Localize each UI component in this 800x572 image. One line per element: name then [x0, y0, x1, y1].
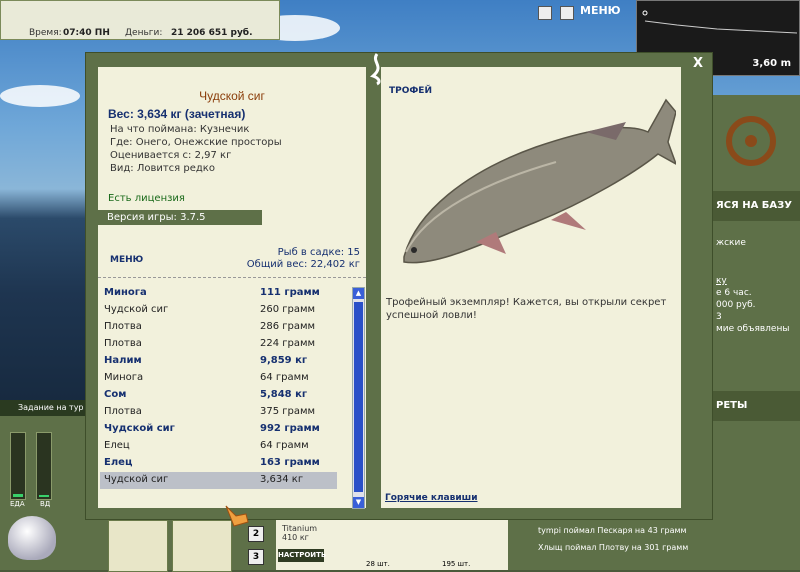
drink-gauge [36, 432, 52, 500]
setup-button[interactable]: НАСТРОИТЬ [278, 549, 326, 562]
scroll-thumb[interactable] [354, 302, 363, 492]
right-panel: ЯСЯ НА БАЗУ жские ку е 6 час. 000 руб. 3… [712, 95, 800, 421]
trophy-description: Трофейный экземпляр! Кажется, вы открыли… [386, 297, 667, 321]
scroll-down-icon[interactable]: ▼ [353, 497, 364, 508]
depth-value: 3,60 m [752, 58, 791, 69]
hotkeys-link[interactable]: Горячие клавиши [385, 493, 478, 503]
chat-messages: tympi поймал Пескаря на 43 грамм Хлыщ по… [508, 516, 800, 570]
list-item[interactable]: Плотва 224 грамм [100, 336, 337, 353]
tackle-name: Titanium [282, 524, 318, 533]
list-item[interactable]: Плотва 286 грамм [100, 319, 337, 336]
rating-info: Оценивается с: 2,97 кг [110, 150, 232, 161]
cooking-pot-icon[interactable] [8, 516, 56, 560]
fish-name: Чудской сиг [199, 89, 265, 103]
close-button[interactable]: X [693, 56, 703, 71]
chat-message: Хлыщ поймал Плотву на 301 грамм [538, 543, 689, 552]
tackle-weight: 410 кг [282, 533, 309, 542]
keepnet-weight: Общий вес: 22,402 кг [246, 259, 360, 270]
ship-wheel-icon[interactable] [716, 101, 786, 181]
list-item[interactable]: Минога 111 грамм [100, 285, 337, 302]
secrets-button[interactable]: РЕТЫ [712, 391, 800, 421]
task-bar[interactable]: Задание на тур [0, 400, 85, 416]
fish-list-scrollbar[interactable]: ▲ ▼ [352, 287, 365, 509]
toolbar-icons [538, 6, 578, 20]
drink-label: ВД [40, 500, 51, 508]
time-label: Время: [29, 28, 62, 38]
cloud [0, 85, 80, 107]
chat-message: tympi поймал Пескаря на 43 грамм [538, 526, 687, 535]
slot-3[interactable]: 3 [248, 549, 264, 565]
list-item[interactable]: Чудской сиг 992 грамм [100, 421, 337, 438]
scroll-up-icon[interactable]: ▲ [353, 288, 364, 299]
keepnet-count: Рыб в садке: 15 [277, 247, 360, 258]
time-value: 07:40 ПН [63, 28, 110, 38]
divider [98, 277, 366, 278]
location-info: Где: Онего, Онежские просторы [110, 137, 282, 148]
fish-weight: Вес: 3,634 кг (зачетная) [108, 107, 246, 121]
list-item[interactable]: Минога 64 грамм [100, 370, 337, 387]
slot-2[interactable]: 2 [248, 526, 264, 542]
money-value: 21 206 651 руб. [171, 28, 253, 38]
list-item[interactable]: Елец 64 грамм [100, 438, 337, 455]
main-menu-button[interactable]: МЕНЮ [580, 4, 621, 17]
float-marker-icon [642, 10, 648, 16]
trophy-panel: ТРОФЕЙ Трофейный экземпляр! Кажется, вы … [381, 67, 681, 508]
pause-icon[interactable] [538, 6, 552, 20]
go-to-base-button[interactable]: ЯСЯ НА БАЗУ [712, 191, 800, 221]
list-item[interactable]: Сом 5,848 кг [100, 387, 337, 404]
count-1: 28 шт. [366, 560, 390, 568]
food-gauge [10, 432, 26, 500]
fish-image [403, 98, 676, 264]
money-label: Деньги: [125, 28, 163, 38]
list-item[interactable]: Чудской сиг 260 грамм [100, 302, 337, 319]
food-label: ЕДА [10, 500, 25, 508]
sound-icon[interactable] [559, 6, 574, 20]
status-bar: Время: 07:40 ПН Деньги: 21 206 651 руб. [0, 0, 280, 40]
version-bar: Версия игры: 3.7.5 [98, 210, 262, 225]
groundbait-basket-icon[interactable] [108, 520, 168, 572]
list-item[interactable]: Налим 9,859 кг [100, 353, 337, 370]
list-item[interactable]: Плотва 375 грамм [100, 404, 337, 421]
rarity-info: Вид: Ловится редко [110, 163, 215, 174]
bait-info: На что поймана: Кузнечик [110, 124, 250, 135]
list-item[interactable]: Елец 163 грамм [100, 455, 337, 472]
base-info: жские ку е 6 час. 000 руб. 3 мие объявле… [716, 238, 790, 334]
license-status: Есть лицензия [108, 193, 185, 204]
tackle-panel: Titanium 410 кг 28 шт. 195 шт. [276, 520, 508, 570]
list-item-selected[interactable]: Чудской сиг 3,634 кг [100, 472, 337, 489]
count-2: 195 шт. [442, 560, 471, 568]
hand-cursor-icon [225, 505, 249, 527]
dialog-menu-button[interactable]: МЕНЮ [110, 255, 143, 265]
